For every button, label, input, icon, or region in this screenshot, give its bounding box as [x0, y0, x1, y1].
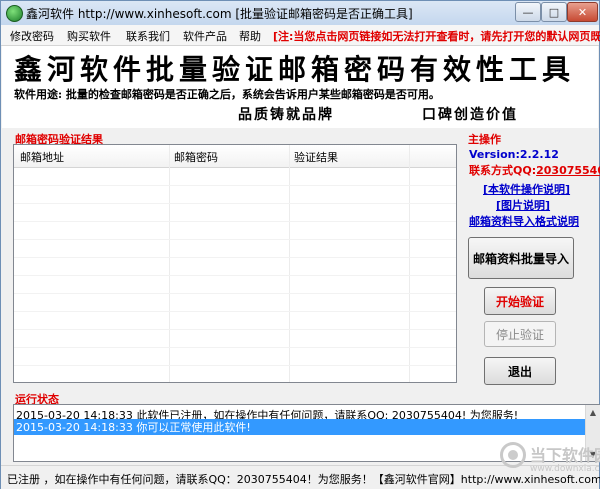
grid-line [14, 257, 456, 258]
grid-line [14, 239, 456, 240]
results-table[interactable]: 邮箱地址 邮箱密码 验证结果 [13, 144, 457, 383]
menu-help[interactable]: 帮助 [239, 28, 261, 44]
minimize-button[interactable]: — [515, 2, 541, 22]
scroll-up-icon[interactable]: ▲ [586, 405, 600, 419]
column-header-result[interactable]: 验证结果 [294, 149, 338, 165]
results-table-header: 邮箱地址 邮箱密码 验证结果 [14, 145, 456, 168]
grid-line [14, 365, 456, 366]
window-title: 鑫河软件 http://www.xinhesoft.com [批量验证邮箱密码是… [26, 7, 413, 21]
banner-title: 鑫河软件批量验证邮箱密码有效性工具 [14, 53, 576, 86]
column-header-email[interactable]: 邮箱地址 [20, 149, 64, 165]
grid-line [14, 203, 456, 204]
grid-line [14, 293, 456, 294]
image-guide-link[interactable]: [图片说明] [496, 197, 550, 213]
start-verify-button[interactable]: 开始验证 [484, 287, 556, 315]
operation-guide-link[interactable]: [本软件操作说明] [483, 181, 570, 197]
contact-info: 联系方式QQ:2030755404 [469, 162, 600, 178]
import-format-guide-link[interactable]: 邮箱资料导入格式说明 [469, 213, 579, 229]
batch-import-button[interactable]: 邮箱资料批量导入 [468, 237, 574, 279]
stop-verify-button[interactable]: 停止验证 [484, 321, 556, 347]
exit-button[interactable]: 退出 [484, 357, 556, 385]
grid-line [14, 311, 456, 312]
watermark-text: 当下软件园 [530, 446, 600, 465]
contact-label: 联系方式QQ: [469, 164, 537, 177]
contact-qq-link[interactable]: 2030755404 [536, 164, 600, 177]
grid-line [14, 275, 456, 276]
banner: 鑫河软件批量验证邮箱密码有效性工具 软件用途: 批量的检查邮箱密码是否正确之后，… [2, 46, 598, 128]
menu-buy-software[interactable]: 购买软件 [67, 28, 111, 44]
title-bar[interactable]: 鑫河软件 http://www.xinhesoft.com [批量验证邮箱密码是… [1, 1, 599, 26]
maximize-button[interactable]: □ [541, 2, 567, 22]
banner-slogan-value: 口碑创造价值 [422, 107, 518, 123]
watermark-url: www.downxia.com [530, 464, 600, 474]
grid-line [14, 329, 456, 330]
menu-contact-us[interactable]: 联系我们 [126, 28, 170, 44]
banner-slogan-quality: 品质铸就品牌 [238, 107, 334, 123]
menu-change-password[interactable]: 修改密码 [10, 28, 54, 44]
grid-line [14, 347, 456, 348]
banner-subtitle: 软件用途: 批量的检查邮箱密码是否正确之后，系统会告诉用户某些邮箱密码是否可用。 [14, 88, 440, 101]
grid-line [14, 185, 456, 186]
app-window: 鑫河软件 http://www.xinhesoft.com [批量验证邮箱密码是… [0, 0, 600, 489]
menu-software-products[interactable]: 软件产品 [183, 28, 227, 44]
grid-line [14, 221, 456, 222]
app-logo-icon [6, 5, 23, 22]
version-label: Version:2.2.12 [469, 148, 559, 161]
menu-notice: [注:当您点击网页链接如无法打开查看时，请先打开您的默认网页既可] [273, 30, 600, 43]
watermark-logo: 当下软件园 www.downxia.com [498, 438, 600, 488]
menu-bar: 修改密码 购买软件 联系我们 软件产品 帮助 [注:当您点击网页链接如无法打开查… [1, 25, 600, 46]
column-header-password[interactable]: 邮箱密码 [174, 149, 218, 165]
log-line-selected[interactable]: 2015-03-20 14:18:33 你可以正常使用此软件! [14, 419, 586, 435]
close-button[interactable]: ✕ [567, 2, 598, 22]
watermark-dot-icon [508, 450, 518, 460]
